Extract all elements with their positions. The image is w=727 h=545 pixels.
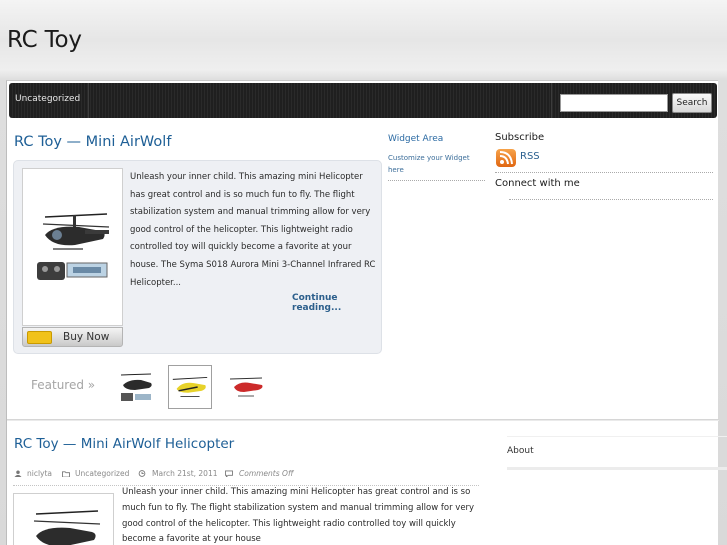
cart-icon	[27, 331, 52, 344]
author-icon	[14, 470, 22, 477]
widget-area-title: Widget Area	[388, 134, 444, 144]
post-title-link-2[interactable]: RC Toy — Mini AirWolf Helicopter	[14, 436, 234, 452]
featured-post-box: Buy Now Unleash your inner child. This a…	[13, 160, 382, 354]
post-category[interactable]: Uncategorized	[75, 469, 129, 478]
post-date: March 21st, 2011	[152, 469, 218, 478]
post-author[interactable]: niclyta	[27, 469, 52, 478]
helicopter-image-2	[33, 510, 101, 545]
helicopter-image	[37, 213, 110, 280]
search-input[interactable]	[560, 94, 668, 112]
product-thumbnail[interactable]	[22, 168, 123, 326]
subscribe-title: Subscribe	[495, 132, 545, 143]
content-page: Uncategorized Search RC Toy — Mini AirWo…	[6, 80, 727, 545]
helicopter-black-icon	[120, 373, 152, 401]
buy-now-label: Buy Now	[63, 331, 110, 343]
post-comments: Comments Off	[239, 469, 294, 478]
about-title: About	[507, 446, 534, 456]
nav-bar: Uncategorized Search	[9, 83, 717, 118]
widget-divider	[388, 180, 485, 181]
featured-thumb-2[interactable]	[168, 365, 212, 409]
widget-area-text: Customize your Widget here	[388, 154, 470, 174]
site-title[interactable]: RC Toy	[7, 27, 82, 53]
post-thumbnail-2[interactable]	[13, 493, 114, 545]
helicopter-red-icon	[229, 377, 263, 397]
buy-now-button[interactable]: Buy Now	[22, 327, 123, 347]
connect-title: Connect with me	[495, 178, 580, 189]
comment-icon	[225, 470, 233, 477]
connect-divider	[509, 199, 713, 200]
featured-label: Featured »	[31, 378, 96, 392]
section-divider	[7, 419, 719, 421]
nav-item-uncategorized[interactable]: Uncategorized	[15, 83, 90, 118]
rss-link[interactable]: RSS	[520, 151, 540, 162]
clock-icon	[138, 470, 146, 477]
post-excerpt-2: Unleash your inner child. This amazing m…	[122, 487, 475, 545]
featured-thumb-3[interactable]	[224, 365, 268, 409]
about-widget	[507, 436, 727, 470]
search-button[interactable]: Search	[672, 93, 712, 113]
post-title-link[interactable]: RC Toy — Mini AirWolf	[14, 134, 171, 150]
post-excerpt: Unleash your inner child. This amazing m…	[130, 172, 376, 288]
folder-icon	[62, 471, 70, 477]
rss-feed-glyph	[499, 151, 513, 165]
subscribe-divider	[495, 172, 713, 173]
rss-icon[interactable]	[496, 149, 516, 167]
nav-divider	[551, 83, 552, 118]
helicopter-yellow-icon	[172, 376, 208, 398]
featured-thumb-1[interactable]	[115, 365, 159, 409]
continue-reading-link[interactable]: Continue reading...	[292, 293, 381, 313]
